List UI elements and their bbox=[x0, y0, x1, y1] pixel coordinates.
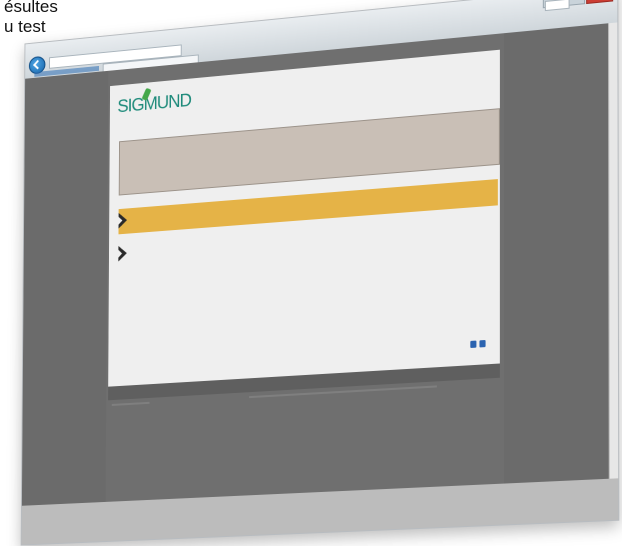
caption: ésultes u test bbox=[4, 0, 58, 37]
next-icon[interactable] bbox=[479, 339, 486, 348]
chevron-right-icon bbox=[118, 212, 128, 229]
browser-window: SIGMUND bbox=[20, 0, 620, 546]
caption-line-2: u test bbox=[4, 17, 46, 36]
right-background bbox=[503, 22, 619, 525]
sigmund-logo: SIGMUND bbox=[117, 90, 191, 117]
test-panel: SIGMUND bbox=[108, 49, 500, 387]
vertical-scrollbar[interactable] bbox=[608, 22, 619, 521]
chevron-right-icon bbox=[118, 245, 127, 262]
navigation-icons bbox=[470, 339, 486, 349]
footer-text-left bbox=[111, 401, 150, 406]
previous-icon[interactable] bbox=[470, 340, 477, 349]
caption-line-1: ésultes bbox=[4, 0, 58, 16]
left-background bbox=[21, 70, 109, 545]
page-viewport: SIGMUND bbox=[21, 22, 619, 545]
bottom-band bbox=[21, 478, 619, 545]
